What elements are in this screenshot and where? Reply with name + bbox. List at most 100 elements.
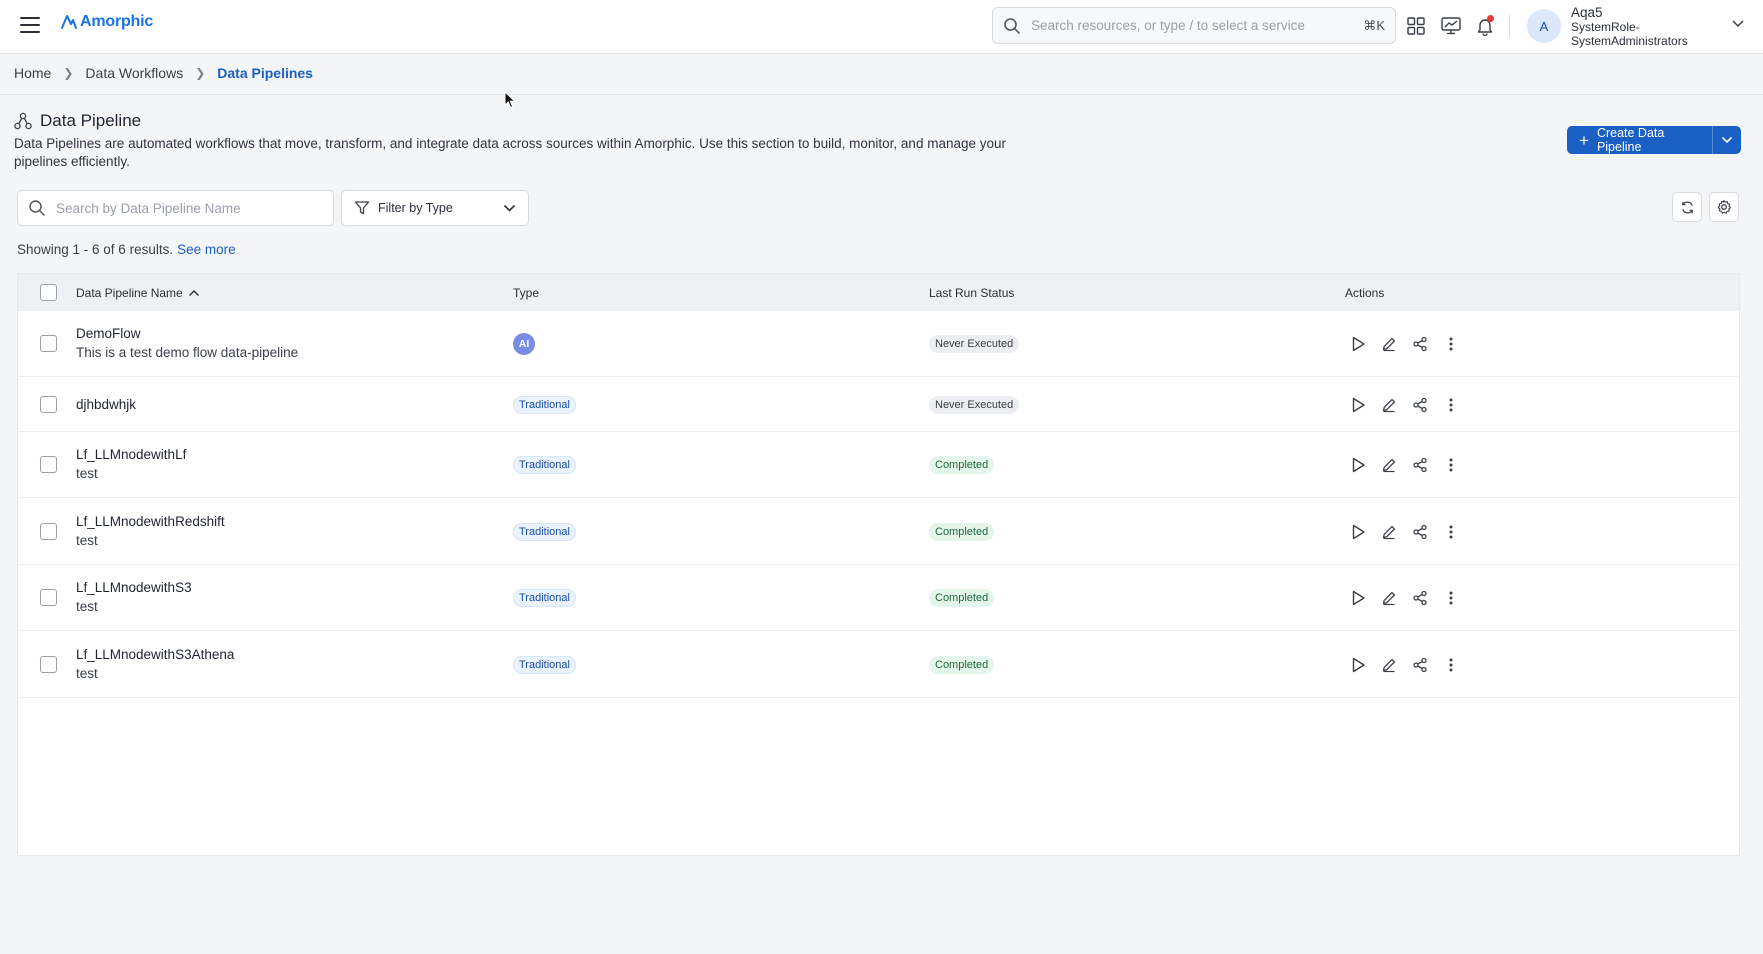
column-name-sort[interactable]: Data Pipeline Name xyxy=(76,286,200,300)
row-actions xyxy=(1348,522,1472,542)
create-data-pipeline-group: + Create Data Pipeline xyxy=(1567,126,1741,154)
column-header-actions: Actions xyxy=(1345,286,1385,300)
top-bar: Amorphic ⌘K A Aqa5 SystemRole- SystemAdm… xyxy=(0,0,1763,54)
global-search-input[interactable] xyxy=(1031,18,1364,33)
row-checkbox[interactable] xyxy=(40,335,57,352)
row-checkbox[interactable] xyxy=(40,522,57,540)
more-options-icon[interactable] xyxy=(1441,334,1461,354)
pipeline-name[interactable]: djhbdwhjk xyxy=(76,396,136,414)
status-cell: Never Executed xyxy=(929,334,1020,353)
pipeline-description: test xyxy=(76,532,98,548)
row-checkbox[interactable] xyxy=(40,395,57,413)
status-cell: Completed xyxy=(929,522,995,541)
chevron-right-icon: ❯ xyxy=(195,66,206,80)
share-icon[interactable] xyxy=(1410,522,1430,542)
table-row: Lf_LLMnodewithLf test Traditional Completed xyxy=(18,432,1739,498)
create-options-dropdown[interactable] xyxy=(1712,126,1741,154)
global-search[interactable]: ⌘K xyxy=(992,7,1396,44)
menu-icon[interactable] xyxy=(20,17,40,33)
table-row: Lf_LLMnodewithS3Athena test Traditional Com… xyxy=(18,631,1739,698)
type-badge: Traditional xyxy=(513,589,576,607)
edit-icon[interactable] xyxy=(1379,522,1399,542)
share-icon[interactable] xyxy=(1410,588,1430,608)
run-icon[interactable] xyxy=(1348,522,1368,542)
status-badge: Never Executed xyxy=(929,395,1020,414)
user-role-line2: SystemAdministrators xyxy=(1571,34,1688,48)
status-badge: Never Executed xyxy=(929,335,1020,353)
pipeline-name-cell: Lf_LLMnodewithLftest xyxy=(76,446,186,483)
run-icon[interactable] xyxy=(1348,655,1368,675)
status-cell: Completed xyxy=(929,588,995,607)
status-cell: Never Executed xyxy=(929,395,1020,414)
breadcrumb-divider xyxy=(0,94,1763,95)
create-data-pipeline-button[interactable]: + Create Data Pipeline xyxy=(1567,126,1712,154)
pipeline-name-cell: Lf_LLMnodewithS3test xyxy=(76,579,192,616)
type-cell: Traditional xyxy=(513,588,576,607)
edit-icon[interactable] xyxy=(1379,655,1399,675)
breadcrumb-home[interactable]: Home xyxy=(14,65,51,81)
pipeline-search[interactable] xyxy=(17,190,334,226)
more-options-icon[interactable] xyxy=(1441,455,1461,475)
refresh-button[interactable] xyxy=(1672,192,1702,222)
more-options-icon[interactable] xyxy=(1441,655,1461,675)
share-icon[interactable] xyxy=(1410,395,1430,415)
type-badge: Traditional xyxy=(513,522,576,541)
topbar-divider xyxy=(1509,15,1510,37)
pipeline-name[interactable]: DemoFlow xyxy=(76,325,298,343)
pipeline-description: test xyxy=(76,466,98,481)
pipeline-name[interactable]: Lf_LLMnodewithS3 xyxy=(76,579,192,597)
pipeline-name[interactable]: Lf_LLMnodewithRedshift xyxy=(76,513,225,531)
row-actions xyxy=(1348,334,1472,354)
type-badge: Traditional xyxy=(513,655,576,674)
breadcrumb-current: Data Pipelines xyxy=(217,65,313,81)
pipeline-description: test xyxy=(76,599,98,614)
row-checkbox[interactable] xyxy=(40,589,57,606)
more-options-icon[interactable] xyxy=(1441,588,1461,608)
run-icon[interactable] xyxy=(1348,455,1368,475)
pipeline-description: This is a test demo flow data-pipeline xyxy=(76,345,299,360)
notification-bell-icon[interactable] xyxy=(1473,14,1497,38)
share-icon[interactable] xyxy=(1410,655,1430,675)
monitor-chart-icon[interactable] xyxy=(1439,14,1463,38)
edit-icon[interactable] xyxy=(1379,588,1399,608)
filter-by-type-label: Filter by Type xyxy=(378,201,453,215)
app-logo[interactable]: Amorphic xyxy=(60,13,153,31)
edit-icon[interactable] xyxy=(1379,395,1399,415)
row-actions xyxy=(1348,655,1472,675)
row-checkbox[interactable] xyxy=(40,655,57,673)
apps-grid-icon[interactable] xyxy=(1404,14,1428,38)
select-all-checkbox[interactable] xyxy=(40,284,57,301)
pipeline-name[interactable]: Lf_LLMnodewithS3Athena xyxy=(76,646,234,664)
column-header-status: Last Run Status xyxy=(929,286,1015,300)
edit-icon[interactable] xyxy=(1379,455,1399,475)
search-icon xyxy=(1004,17,1020,34)
see-more-link[interactable]: See more xyxy=(177,242,236,257)
run-icon[interactable] xyxy=(1348,334,1368,354)
sort-ascending-icon xyxy=(188,290,199,296)
more-options-icon[interactable] xyxy=(1441,522,1461,542)
type-ai-badge: AI xyxy=(513,333,535,355)
pipeline-name[interactable]: Lf_LLMnodewithLf xyxy=(76,446,186,464)
filter-by-type-select[interactable]: Filter by Type xyxy=(341,190,529,226)
breadcrumb-data-workflows[interactable]: Data Workflows xyxy=(85,65,183,81)
pipeline-search-input[interactable] xyxy=(56,200,323,216)
type-cell: Traditional xyxy=(513,522,576,541)
refresh-icon xyxy=(1681,200,1693,214)
share-icon[interactable] xyxy=(1410,455,1430,475)
share-icon[interactable] xyxy=(1410,334,1430,354)
column-header-type: Type xyxy=(513,286,540,300)
row-actions xyxy=(1348,455,1472,475)
run-icon[interactable] xyxy=(1348,395,1368,415)
user-menu[interactable]: A Aqa5 SystemRole- SystemAdministrators xyxy=(1527,5,1749,49)
run-icon[interactable] xyxy=(1348,588,1368,608)
edit-icon[interactable] xyxy=(1379,334,1399,354)
user-name: Aqa5 xyxy=(1571,5,1603,20)
pipeline-icon xyxy=(14,112,32,130)
more-options-icon[interactable] xyxy=(1441,395,1461,415)
settings-button[interactable] xyxy=(1709,192,1739,222)
row-checkbox[interactable] xyxy=(40,456,57,473)
column-header-name: Data Pipeline Name xyxy=(76,286,183,300)
page-header: Data Pipeline xyxy=(14,111,141,131)
row-actions xyxy=(1348,395,1472,415)
type-cell: Traditional xyxy=(513,395,576,414)
